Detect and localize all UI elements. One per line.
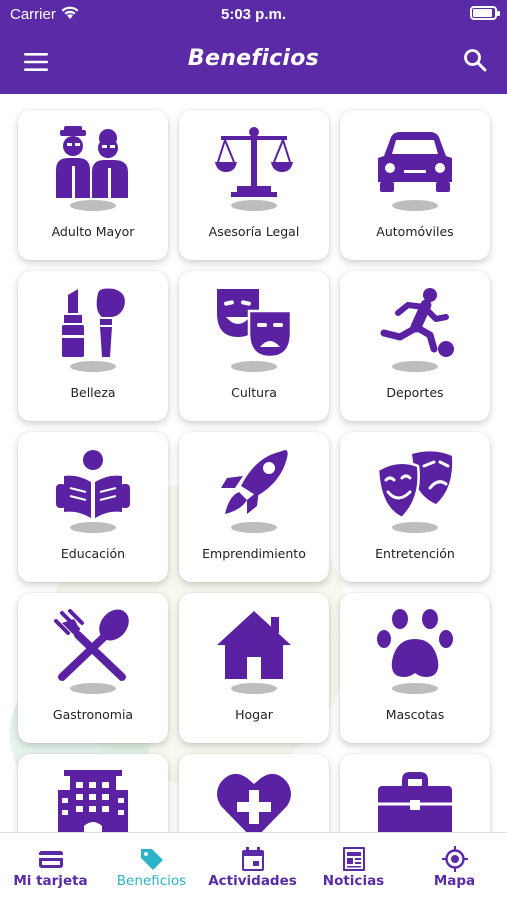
category-label: Educación: [60, 546, 126, 561]
benefits-content[interactable]: Adulto Mayor Asesoría Legal Automóviles …: [0, 94, 507, 832]
category-label: Hogar: [235, 707, 273, 722]
building-icon: [18, 766, 168, 832]
comedy-masks-icon: [340, 444, 490, 524]
bottom-tab-bar: Mi tarjeta Beneficios Actividades Notici…: [0, 832, 507, 900]
newspaper-icon: [343, 847, 365, 871]
icon-shadow: [70, 683, 116, 694]
category-tile-educacion[interactable]: Educación: [18, 432, 168, 582]
theater-masks-icon: [179, 283, 329, 363]
status-bar: Carrier 5:03 p.m.: [0, 0, 507, 30]
category-tile-emprendimiento[interactable]: Emprendimiento: [179, 432, 329, 582]
category-tile-work[interactable]: [340, 754, 490, 832]
category-tile-cultura[interactable]: Cultura: [179, 271, 329, 421]
category-label: Emprendimiento: [202, 546, 306, 561]
category-tile-adulto-mayor[interactable]: Adulto Mayor: [18, 110, 168, 260]
icon-shadow: [392, 522, 438, 533]
category-label: Belleza: [70, 385, 116, 400]
tab-actividades[interactable]: Actividades: [202, 833, 303, 900]
battery-icon: [470, 6, 500, 20]
car-icon: [340, 122, 490, 202]
category-tile-belleza[interactable]: Belleza: [18, 271, 168, 421]
tab-label: Mapa: [433, 873, 476, 889]
category-tile-building[interactable]: [18, 754, 168, 832]
fork-spoon-icon: [18, 605, 168, 685]
calendar-icon: [242, 847, 264, 871]
category-tile-deportes[interactable]: Deportes: [340, 271, 490, 421]
icon-shadow: [392, 361, 438, 372]
heart-plus-icon: [179, 766, 329, 832]
briefcase-icon: [340, 766, 490, 832]
scales-icon: [179, 122, 329, 202]
clock-time: 5:03 p.m.: [220, 6, 287, 23]
category-label: Automóviles: [376, 224, 454, 239]
category-label: Asesoría Legal: [208, 224, 300, 239]
tab-label: Beneficios: [116, 873, 187, 889]
tab-label: Noticias: [322, 873, 385, 889]
paw-icon: [340, 605, 490, 685]
tab-mapa[interactable]: Mapa: [404, 833, 505, 900]
soccer-player-icon: [340, 283, 490, 363]
icon-shadow: [231, 200, 277, 211]
tab-mi-tarjeta[interactable]: Mi tarjeta: [0, 833, 101, 900]
tab-label: Actividades: [208, 873, 297, 889]
icon-shadow: [231, 683, 277, 694]
category-tile-entretencion[interactable]: Entretención: [340, 432, 490, 582]
tab-noticias[interactable]: Noticias: [303, 833, 404, 900]
icon-shadow: [70, 522, 116, 533]
page-title: Beneficios: [187, 46, 320, 71]
icon-shadow: [231, 361, 277, 372]
house-icon: [179, 605, 329, 685]
location-target-icon: [442, 846, 468, 872]
category-tile-hogar[interactable]: Hogar: [179, 593, 329, 743]
icon-shadow: [392, 200, 438, 211]
category-tile-health[interactable]: [179, 754, 329, 832]
category-label: Cultura: [231, 385, 277, 400]
category-label: Mascotas: [385, 707, 445, 722]
category-label: Entretención: [375, 546, 455, 561]
rocket-icon: [179, 444, 329, 524]
category-tile-gastronomia[interactable]: Gastronomia: [18, 593, 168, 743]
tab-label: Mi tarjeta: [13, 873, 88, 889]
lipstick-brush-icon: [18, 283, 168, 363]
category-tile-mascotas[interactable]: Mascotas: [340, 593, 490, 743]
category-label: Deportes: [386, 385, 444, 400]
search-icon: [464, 49, 487, 72]
search-button[interactable]: [459, 44, 491, 76]
category-tile-asesoria-legal[interactable]: Asesoría Legal: [179, 110, 329, 260]
icon-shadow: [231, 522, 277, 533]
reading-person-icon: [18, 444, 168, 524]
tab-beneficios[interactable]: Beneficios: [101, 833, 202, 900]
category-label: Adulto Mayor: [51, 224, 135, 239]
category-tile-automoviles[interactable]: Automóviles: [340, 110, 490, 260]
app-bar: Beneficios: [0, 30, 507, 94]
icon-shadow: [70, 200, 116, 211]
battery-fill: [473, 9, 492, 17]
card-icon: [39, 851, 63, 868]
category-label: Gastronomia: [52, 707, 134, 722]
tag-icon: [141, 849, 163, 870]
elderly-couple-icon: [18, 122, 168, 202]
icon-shadow: [70, 361, 116, 372]
icon-shadow: [392, 683, 438, 694]
